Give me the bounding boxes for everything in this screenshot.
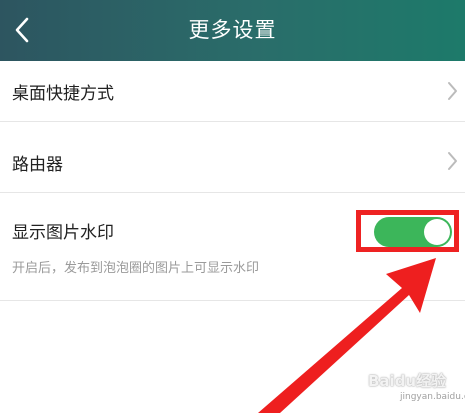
annotation-highlight-box — [356, 210, 459, 252]
divider — [0, 121, 465, 122]
watermark-logo: Baidu经验 — [368, 372, 447, 390]
divider — [0, 300, 465, 301]
setting-row-router[interactable]: 路由器 — [0, 130, 465, 192]
setting-description-watermark: 开启后，发布到泡泡圈的图片上可显示水印 — [12, 261, 260, 276]
setting-label-router: 路由器 — [12, 155, 63, 175]
chevron-right-icon — [448, 82, 457, 100]
setting-row-desktop-shortcut[interactable]: 桌面快捷方式 — [0, 61, 465, 121]
setting-label-desktop-shortcut: 桌面快捷方式 — [12, 84, 114, 104]
watermark-url: jingyan.baidu.com — [400, 392, 465, 402]
header-bar: 更多设置 — [0, 0, 465, 61]
setting-label-watermark: 显示图片水印 — [12, 223, 114, 243]
page-title: 更多设置 — [188, 18, 277, 42]
chevron-right-icon — [448, 152, 457, 170]
divider — [0, 192, 465, 193]
